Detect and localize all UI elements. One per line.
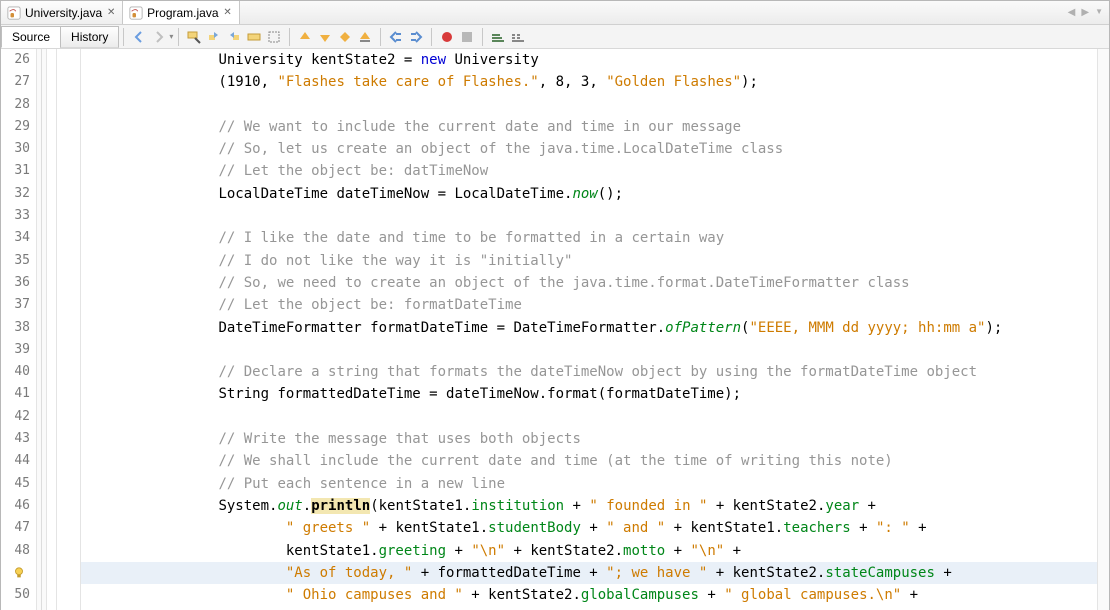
code-area[interactable]: University kentState2 = new University (…: [81, 49, 1109, 610]
view-tab-history[interactable]: History: [60, 26, 119, 48]
prev-bookmark-button[interactable]: [296, 28, 314, 46]
stop-macro-button[interactable]: [458, 28, 476, 46]
error-stripe[interactable]: [1097, 49, 1109, 610]
find-selection-button[interactable]: [185, 28, 203, 46]
find-prev-button[interactable]: [205, 28, 223, 46]
bookmark-list-button[interactable]: [356, 28, 374, 46]
fold-gutter: [37, 49, 47, 610]
next-bookmark-button[interactable]: [316, 28, 334, 46]
java-file-icon: [7, 6, 21, 20]
view-tab-source[interactable]: Source: [1, 26, 61, 48]
editor-tab-bar: University.java ✕ Program.java ✕ ◀ ▶ ▼: [1, 1, 1109, 25]
tab-university[interactable]: University.java ✕: [1, 1, 123, 24]
tab-label: Program.java: [147, 6, 218, 20]
tab-scroll-arrows: ◀ ▶ ▼: [1068, 7, 1109, 18]
shift-right-button[interactable]: [407, 28, 425, 46]
tab-label: University.java: [25, 6, 102, 20]
uncomment-button[interactable]: [509, 28, 527, 46]
arrow-left-icon[interactable]: ◀: [1068, 7, 1076, 18]
java-file-icon: [129, 6, 143, 20]
toggle-highlight-button[interactable]: [245, 28, 263, 46]
dropdown-icon[interactable]: ▼: [1095, 7, 1103, 18]
find-next-button[interactable]: [225, 28, 243, 46]
close-icon[interactable]: ✕: [106, 8, 116, 18]
diff-gutter: [47, 49, 57, 610]
code-editor[interactable]: 2627282930313233343536373839404142434445…: [1, 49, 1109, 610]
close-icon[interactable]: ✕: [223, 8, 233, 18]
lightbulb-icon[interactable]: [12, 566, 26, 583]
back-button[interactable]: [130, 28, 148, 46]
toggle-bookmark-button[interactable]: [336, 28, 354, 46]
line-number-gutter: 2627282930313233343536373839404142434445…: [1, 49, 37, 610]
comment-button[interactable]: [489, 28, 507, 46]
editor-toolbar: Source History ▾: [1, 25, 1109, 49]
shift-left-button[interactable]: [387, 28, 405, 46]
tab-program[interactable]: Program.java ✕: [123, 1, 239, 24]
start-macro-button[interactable]: [438, 28, 456, 46]
annotation-gutter: [57, 49, 81, 610]
forward-button[interactable]: [150, 28, 168, 46]
arrow-right-icon[interactable]: ▶: [1081, 7, 1089, 18]
toggle-rect-select-button[interactable]: [265, 28, 283, 46]
